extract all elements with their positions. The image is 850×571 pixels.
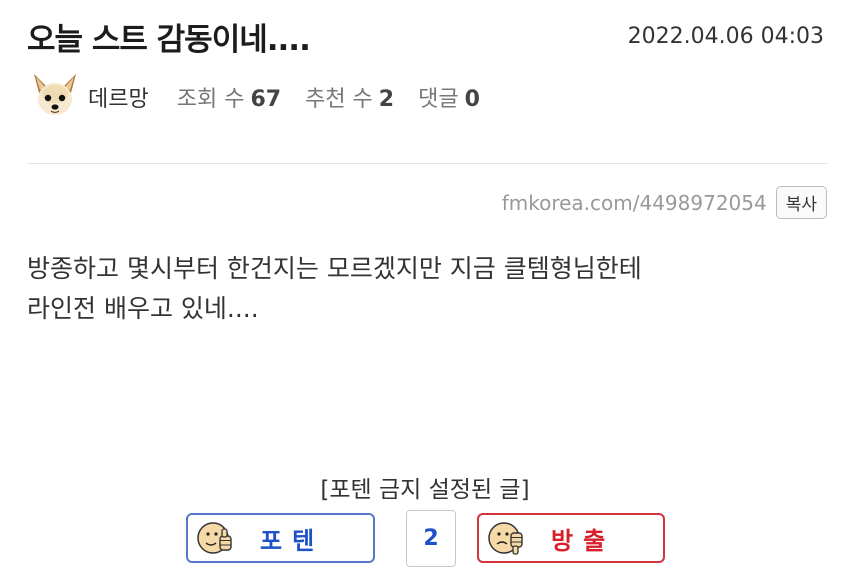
post-title: 오늘 스트 감동이네.... [27,22,311,58]
post-date: 2022.04.06 04:03 [627,24,824,49]
downvote-button[interactable]: 방출 [477,513,665,563]
views-label: 조회 수 [176,87,245,112]
post-url[interactable]: fmkorea.com/4498972054 [502,191,767,215]
views-stat: 조회 수 67 [177,81,281,113]
upvote-label: 포텐 [260,526,325,555]
content-line: 방종하고 몇시부터 한건지는 모르겠지만 지금 클템형님한테 [27,254,642,283]
post-meta: 데르망 조회 수 67 추천 수2 댓글 0 [30,72,504,122]
comments-label: 댓글 [418,87,459,112]
comments-stat: 댓글 0 [418,81,480,113]
upvote-button[interactable]: 포텐 [186,513,375,563]
views-count: 67 [250,87,282,112]
thumb-face-icon [197,522,232,554]
comments-count: 0 [464,87,480,112]
vote-count: 2 [406,510,456,567]
recommend-label: 추천 수 [305,87,373,112]
recommend-count: 2 [378,87,395,112]
header-divider [27,163,827,164]
copy-button[interactable]: 복사 [775,186,827,219]
dog-avatar-icon[interactable] [30,72,80,122]
vote-notice: [포텐 금지 설정된 글] [320,477,530,503]
recommend-stat: 추천 수2 [305,81,394,113]
content-line: 라인전 배우고 있네.... [27,294,259,323]
author-name[interactable]: 데르망 [88,81,149,113]
thumb-face-icon [488,522,523,555]
post-content: 방종하고 몇시부터 한건지는 모르겠지만 지금 클템형님한테 라인전 배우고 있… [27,249,827,329]
url-row: fmkorea.com/4498972054 복사 [502,186,827,219]
downvote-label: 방출 [551,526,616,555]
